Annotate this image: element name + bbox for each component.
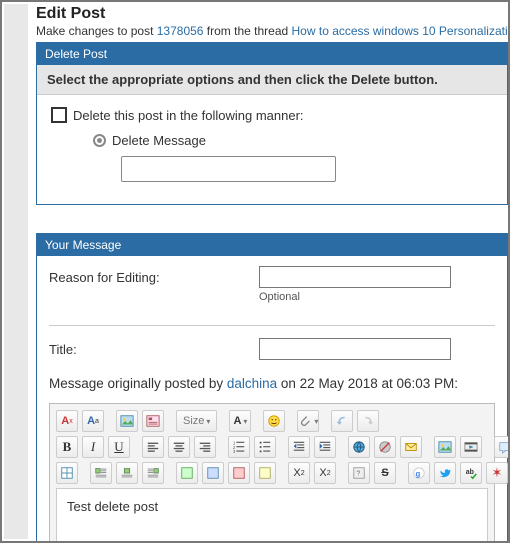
delete-instruction: Select the appropriate options and then … [37,65,507,95]
toolbar-row-3: X2 X2 ? S g ab ✶ Post Tem [56,462,488,484]
delete-reason-input[interactable] [121,156,336,182]
delete-message-radio-label: Delete Message [112,133,206,148]
orig-prefix: Message originally posted by [49,376,227,391]
note-green-icon[interactable] [176,462,198,484]
subtitle-prefix: Make changes to post [36,24,157,38]
title-label: Title: [49,338,259,357]
italic-icon[interactable]: I [82,436,104,458]
divider [49,325,495,326]
your-message-header: Your Message [37,234,507,256]
note-blue-icon[interactable] [202,462,224,484]
page-subtitle: Make changes to post 1378056 from the th… [36,24,508,38]
quote-icon[interactable] [494,436,510,458]
svg-text:?: ? [356,471,360,478]
delete-message-radio[interactable] [93,134,106,147]
left-gutter [4,4,28,539]
reason-hint: Optional [259,291,451,303]
indent-icon[interactable] [314,436,336,458]
strike-icon[interactable]: S [374,462,396,484]
delete-post-header: Delete Post [37,43,507,65]
bold-icon[interactable]: B [56,436,78,458]
subtitle-mid: from the thread [203,24,291,38]
float-right-icon[interactable] [142,462,164,484]
redo-icon[interactable] [357,410,379,432]
clear-icon[interactable]: ✶ [486,462,508,484]
attachment-icon[interactable]: ▾ [297,410,319,432]
align-center-icon[interactable] [168,436,190,458]
unordered-list-icon[interactable] [254,436,276,458]
delete-checkbox-label: Delete this post in the following manner… [73,108,304,123]
link-icon[interactable] [348,436,370,458]
rich-text-editor: Ax Aa Size▾ A▾ ▾ [49,403,495,543]
font-color-icon[interactable]: A▾ [229,410,251,432]
superscript-icon[interactable]: X2 [314,462,336,484]
svg-text:3: 3 [233,449,236,454]
thread-link[interactable]: How to access windows 10 Personalizatio [292,24,510,38]
editor-textarea[interactable]: Test delete post [56,488,488,543]
wrap-icon[interactable] [142,410,164,432]
insert-image-icon[interactable] [434,436,456,458]
post-id-link[interactable]: 1378056 [157,24,204,38]
remove-format-icon[interactable]: Ax [56,410,78,432]
reason-input[interactable] [259,266,451,288]
google-icon[interactable]: g [408,462,430,484]
image-icon[interactable] [116,410,138,432]
table-icon[interactable] [56,462,78,484]
ordered-list-icon[interactable]: 123 [228,436,250,458]
undo-icon[interactable] [331,410,353,432]
title-input[interactable] [259,338,451,360]
underline-icon[interactable]: U [108,436,130,458]
unlink-icon[interactable] [374,436,396,458]
size-dropdown[interactable]: Size▾ [176,410,217,432]
float-center-icon[interactable] [116,462,138,484]
your-message-panel: Your Message Reason for Editing: Optiona… [36,233,508,543]
orig-user-link[interactable]: dalchina [227,376,277,391]
page-title: Edit Post [36,5,508,23]
subscript-icon[interactable]: X2 [288,462,310,484]
toolbar-row-2: B I U 123 [56,436,488,458]
align-left-icon[interactable] [142,436,164,458]
svg-text:g: g [416,470,421,479]
email-icon[interactable] [400,436,422,458]
insert-video-icon[interactable] [460,436,482,458]
outdent-icon[interactable] [288,436,310,458]
spellcheck-icon[interactable]: ab [460,462,482,484]
twitter-icon[interactable] [434,462,456,484]
toolbar-row-1: Ax Aa Size▾ A▾ ▾ [56,410,488,432]
svg-text:ab: ab [466,469,474,476]
font-name-icon[interactable]: Aa [82,410,104,432]
delete-post-panel: Delete Post Select the appropriate optio… [36,42,508,205]
original-post-line: Message originally posted by dalchina on… [49,376,495,391]
note-red-icon[interactable] [228,462,250,484]
align-right-icon[interactable] [194,436,216,458]
spoiler-icon[interactable]: ? [348,462,370,484]
delete-checkbox[interactable] [51,107,67,123]
reason-label: Reason for Editing: [49,266,259,285]
orig-suffix: on 22 May 2018 at 06:03 PM: [277,376,458,391]
smiley-icon[interactable] [263,410,285,432]
float-left-icon[interactable] [90,462,112,484]
note-yellow-icon[interactable] [254,462,276,484]
